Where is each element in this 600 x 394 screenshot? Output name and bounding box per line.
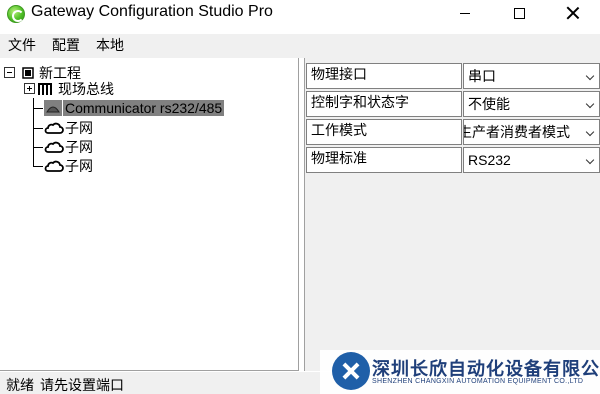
tree-label-communicator: Communicator rs232/485 xyxy=(63,99,225,116)
tree-label-subnet: 子网 xyxy=(65,138,93,155)
property-label: 物理接口 xyxy=(306,63,462,89)
property-row: 控制字和状态字 不使能 xyxy=(305,90,600,118)
company-watermark: 深圳长欣自动化设备有限公司 SHENZHEN CHANGXIN AUTOMATI… xyxy=(320,350,600,394)
select-value: 不使能 xyxy=(468,96,510,112)
property-grid: 物理接口 串口 控制字和状态字 不使能 工作模式 生产者消费者模式 物理标准 R… xyxy=(304,58,600,371)
status-text: 就绪 请先设置端口 xyxy=(6,375,124,394)
tree-label-subnet: 子网 xyxy=(65,157,93,174)
work-mode-select[interactable]: 生产者消费者模式 xyxy=(463,119,600,145)
title-bar: Gateway Configuration Studio Pro xyxy=(0,0,600,34)
cloud-icon xyxy=(44,122,64,134)
tree-label-fieldbus: 现场总线 xyxy=(58,80,114,97)
menu-config[interactable]: 配置 xyxy=(44,34,88,58)
cloud-icon xyxy=(44,141,64,153)
menu-file[interactable]: 文件 xyxy=(0,34,44,58)
company-logo-icon xyxy=(332,352,370,390)
app-icon xyxy=(7,5,25,23)
tree-label-subnet: 子网 xyxy=(65,119,93,136)
control-status-word-select[interactable]: 不使能 xyxy=(463,91,600,117)
property-row: 物理接口 串口 xyxy=(305,62,600,90)
physical-interface-select[interactable]: 串口 xyxy=(463,63,600,89)
expand-toggle[interactable] xyxy=(24,83,35,94)
window-title: Gateway Configuration Studio Pro xyxy=(31,3,273,20)
physical-standard-select[interactable]: RS232 xyxy=(463,147,600,173)
select-value: RS232 xyxy=(468,152,511,168)
close-icon xyxy=(566,6,580,20)
cloud-icon xyxy=(44,160,64,172)
tree-connector xyxy=(33,128,43,129)
status-message: 请先设置端口 xyxy=(40,377,124,393)
maximize-button[interactable] xyxy=(492,0,546,26)
project-tree: 新工程 现场总线 Communicator rs232/485 子网 子网 子网 xyxy=(0,58,299,371)
select-value: 串口 xyxy=(468,68,496,84)
tree-node-communicator[interactable]: Communicator rs232/485 xyxy=(44,98,225,117)
tree-connector xyxy=(33,108,43,109)
collapse-toggle[interactable] xyxy=(4,67,15,78)
property-label: 工作模式 xyxy=(306,119,462,145)
property-label: 控制字和状态字 xyxy=(306,91,462,117)
tree-node-fieldbus[interactable]: 现场总线 xyxy=(24,79,114,98)
select-value: 生产者消费者模式 xyxy=(463,124,570,140)
property-label: 物理标准 xyxy=(306,147,462,173)
minimize-icon xyxy=(460,12,470,14)
tree-connector xyxy=(33,147,43,148)
menu-local[interactable]: 本地 xyxy=(88,34,132,58)
close-button[interactable] xyxy=(546,0,600,26)
project-icon xyxy=(22,66,34,79)
tree-node-subnet[interactable]: 子网 xyxy=(44,156,93,175)
property-row: 工作模式 生产者消费者模式 xyxy=(305,118,600,146)
fieldbus-icon xyxy=(38,82,52,95)
dropdown-arrow-icon xyxy=(585,71,595,81)
dropdown-arrow-icon xyxy=(585,99,595,109)
menu-bar: 文件 配置 本地 xyxy=(0,34,600,58)
tree-node-subnet[interactable]: 子网 xyxy=(44,118,93,137)
tree-connector xyxy=(33,166,43,167)
company-name-en: SHENZHEN CHANGXIN AUTOMATION EQUIPMENT C… xyxy=(372,378,584,385)
maximize-icon xyxy=(513,7,525,19)
dropdown-arrow-icon xyxy=(585,127,595,137)
property-row: 物理标准 RS232 xyxy=(305,146,600,174)
communicator-icon xyxy=(44,99,62,116)
tree-node-subnet[interactable]: 子网 xyxy=(44,137,93,156)
dropdown-arrow-icon xyxy=(585,155,595,165)
status-ready: 就绪 xyxy=(6,377,34,393)
minimize-button[interactable] xyxy=(438,0,492,26)
